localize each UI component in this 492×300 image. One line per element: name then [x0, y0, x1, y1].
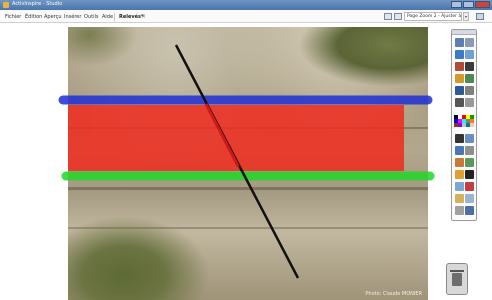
- trash-bin: [452, 273, 462, 286]
- window-controls: [451, 1, 490, 8]
- application-window: ActivInspire - Studio Fichier Édition Ap…: [0, 0, 492, 300]
- menu-tools[interactable]: Outils: [84, 14, 98, 20]
- desktop-icon[interactable]: [455, 182, 464, 191]
- title-bar: ActivInspire - Studio: [0, 0, 492, 10]
- chevron-down-icon[interactable]: ▾: [463, 12, 469, 21]
- menu-bar: Fichier Édition Aperçu Insérer Outils Ai…: [0, 10, 492, 23]
- fill-tool-icon[interactable]: [455, 170, 464, 179]
- tab-close-icon[interactable]: ×: [141, 13, 146, 20]
- undo-icon[interactable]: [465, 86, 474, 95]
- shape-tool-icon[interactable]: [455, 158, 464, 167]
- shrub-top-left: [68, 27, 138, 67]
- colour-palette[interactable]: [454, 115, 474, 129]
- layer-icon[interactable]: [455, 206, 464, 215]
- menu-help[interactable]: Aide: [102, 14, 113, 20]
- menu-file[interactable]: Fichier: [5, 14, 21, 20]
- select-arrow-icon[interactable]: [455, 134, 464, 143]
- fill-icon[interactable]: [455, 74, 464, 83]
- highlighter-icon[interactable]: [455, 50, 464, 59]
- page-zoom-select[interactable]: Page Zoom 2 - Ajuster à la largeur: [404, 12, 462, 21]
- app-icon: [3, 2, 9, 8]
- eraser-tool-icon[interactable]: [465, 146, 474, 155]
- text-icon[interactable]: [465, 62, 474, 71]
- more-tools-icon[interactable]: [465, 194, 474, 203]
- window-title: ActivInspire - Studio: [12, 1, 63, 7]
- page-browser-icon[interactable]: [384, 13, 392, 20]
- zoom-icon[interactable]: [465, 74, 474, 83]
- connector-icon[interactable]: [465, 158, 474, 167]
- main-toolbox[interactable]: [451, 29, 477, 221]
- minimize-button[interactable]: [451, 1, 462, 8]
- fit-page-icon[interactable]: [476, 13, 484, 20]
- toolbox-grip[interactable]: [452, 30, 476, 35]
- document-tab[interactable]: Relevés*: [119, 14, 144, 20]
- menu-separator: [114, 13, 115, 21]
- menu-insert[interactable]: Insérer: [64, 14, 81, 20]
- photo-credit: Photo: Claude MONIER: [365, 291, 422, 297]
- rock-outcrop-photo[interactable]: Photo: Claude MONIER: [68, 27, 428, 300]
- shrub-top-right: [298, 27, 428, 87]
- trash-lid: [450, 270, 464, 272]
- eraser-icon[interactable]: [465, 50, 474, 59]
- pen-icon[interactable]: [465, 38, 474, 47]
- camera-icon[interactable]: [455, 86, 464, 95]
- redo-icon[interactable]: [455, 98, 464, 107]
- magic-ink-icon[interactable]: [465, 182, 474, 191]
- close-window-button[interactable]: [475, 1, 490, 8]
- select-icon[interactable]: [455, 38, 464, 47]
- colour-picker-icon[interactable]: [465, 206, 474, 215]
- clock-icon[interactable]: [465, 98, 474, 107]
- trash-icon[interactable]: [446, 263, 468, 295]
- rock-ledge: [68, 127, 428, 129]
- rock-ledge: [68, 187, 428, 190]
- pen-tool-icon[interactable]: [465, 134, 474, 143]
- palette-swatch[interactable]: [470, 123, 474, 127]
- bush-bottom-left: [68, 217, 208, 300]
- shape-icon[interactable]: [455, 62, 464, 71]
- marker-icon[interactable]: [455, 146, 464, 155]
- property-browser-icon[interactable]: [394, 13, 402, 20]
- text-tool-icon[interactable]: [465, 170, 474, 179]
- menu-view[interactable]: Aperçu: [44, 14, 62, 20]
- clip-art-icon[interactable]: [455, 194, 464, 203]
- menu-edit[interactable]: Édition: [25, 14, 42, 20]
- maximize-button[interactable]: [463, 1, 474, 8]
